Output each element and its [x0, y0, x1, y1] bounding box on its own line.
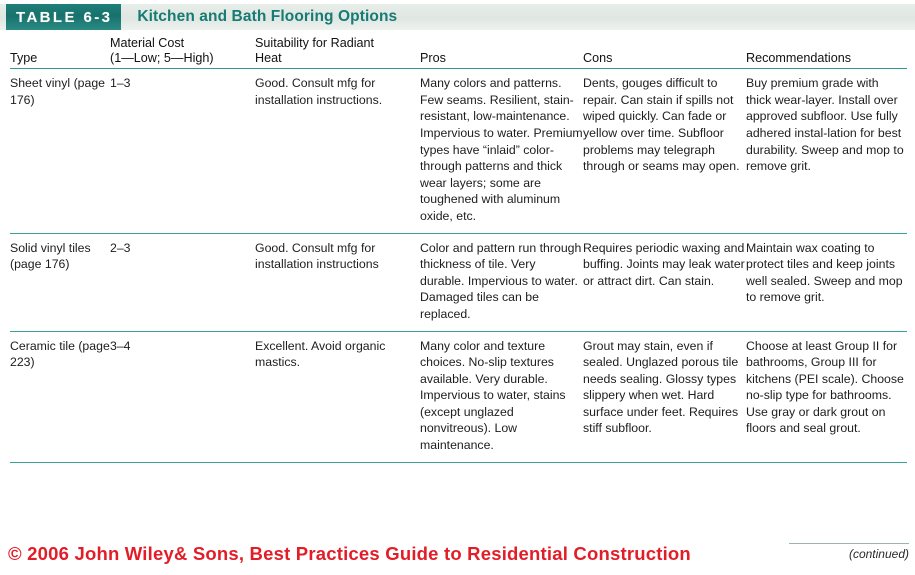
cell-material-cost: 1–3: [110, 68, 255, 234]
column-header-pros: Pros: [420, 36, 583, 70]
cell-recommendations: Maintain wax coating to protect tiles an…: [746, 233, 907, 332]
copyright-notice: © 2006 John Wiley& Sons, Best Practices …: [8, 543, 691, 564]
cell-pros: Color and pattern run through thickness …: [420, 233, 583, 332]
table-row: Ceramic tile (page 223) 3–4 Excellent. A…: [10, 331, 907, 463]
cell-recommendations: Choose at least Group II for bathrooms, …: [746, 331, 907, 463]
column-header-cons-line2: Cons: [583, 50, 613, 65]
cell-suitability: Excellent. Avoid organic mastics.: [255, 331, 420, 463]
column-header-material-cost-line1: Material Cost: [110, 36, 185, 50]
column-header-suitability-line1: Suitability for Radiant: [255, 36, 375, 50]
table-number-badge: TABLE 6-3: [6, 4, 122, 30]
column-header-material-cost-line2: (1—Low; 5—High): [110, 50, 214, 65]
table-title-bar: TABLE 6-3 Kitchen and Bath Flooring Opti…: [0, 4, 915, 30]
cell-cons: Dents, gouges difficult to repair. Can s…: [583, 68, 746, 234]
cell-pros: Many color and texture choices. No-slip …: [420, 331, 583, 463]
column-header-type-line2: Type: [10, 50, 38, 65]
column-header-cons: Cons: [583, 36, 746, 70]
cell-type: Ceramic tile (page 223): [10, 331, 110, 463]
table-title: Kitchen and Bath Flooring Options: [137, 8, 398, 25]
cell-suitability: Good. Consult mfg for installation instr…: [255, 233, 420, 332]
cell-material-cost: 3–4: [110, 331, 255, 463]
cell-suitability: Good. Consult mfg for installation instr…: [255, 68, 420, 234]
table-row: Solid vinyl tiles (page 176) 2–3 Good. C…: [10, 233, 907, 332]
table-row: Sheet vinyl (page 176) 1–3 Good. Consult…: [10, 68, 907, 234]
column-header-recommendations: Recommendations: [746, 36, 907, 70]
footer-divider: [789, 543, 909, 544]
column-header-type: Type: [10, 36, 110, 70]
cell-type: Sheet vinyl (page 176): [10, 68, 110, 234]
column-header-suitability-line2: Heat: [255, 50, 282, 65]
column-header-pros-line2: Pros: [420, 50, 446, 65]
table-header-row: Type Material Cost (1—Low; 5—High) Suita…: [10, 36, 907, 70]
continued-label: (continued): [848, 547, 909, 561]
footer: © 2006 John Wiley& Sons, Best Practices …: [0, 541, 915, 571]
flooring-options-table: Type Material Cost (1—Low; 5—High) Suita…: [10, 36, 907, 463]
cell-pros: Many colors and patterns. Few seams. Res…: [420, 68, 583, 234]
cell-recommendations: Buy premium grade with thick wear-layer.…: [746, 68, 907, 234]
column-header-suitability: Suitability for Radiant Heat: [255, 36, 420, 70]
cell-cons: Grout may stain, even if sealed. Unglaze…: [583, 331, 746, 463]
cell-cons: Requires periodic waxing and buffing. Jo…: [583, 233, 746, 332]
cell-material-cost: 2–3: [110, 233, 255, 332]
column-header-recommendations-line2: Recommendations: [746, 50, 851, 65]
column-header-material-cost: Material Cost (1—Low; 5—High): [110, 36, 255, 70]
cell-type: Solid vinyl tiles (page 176): [10, 233, 110, 332]
